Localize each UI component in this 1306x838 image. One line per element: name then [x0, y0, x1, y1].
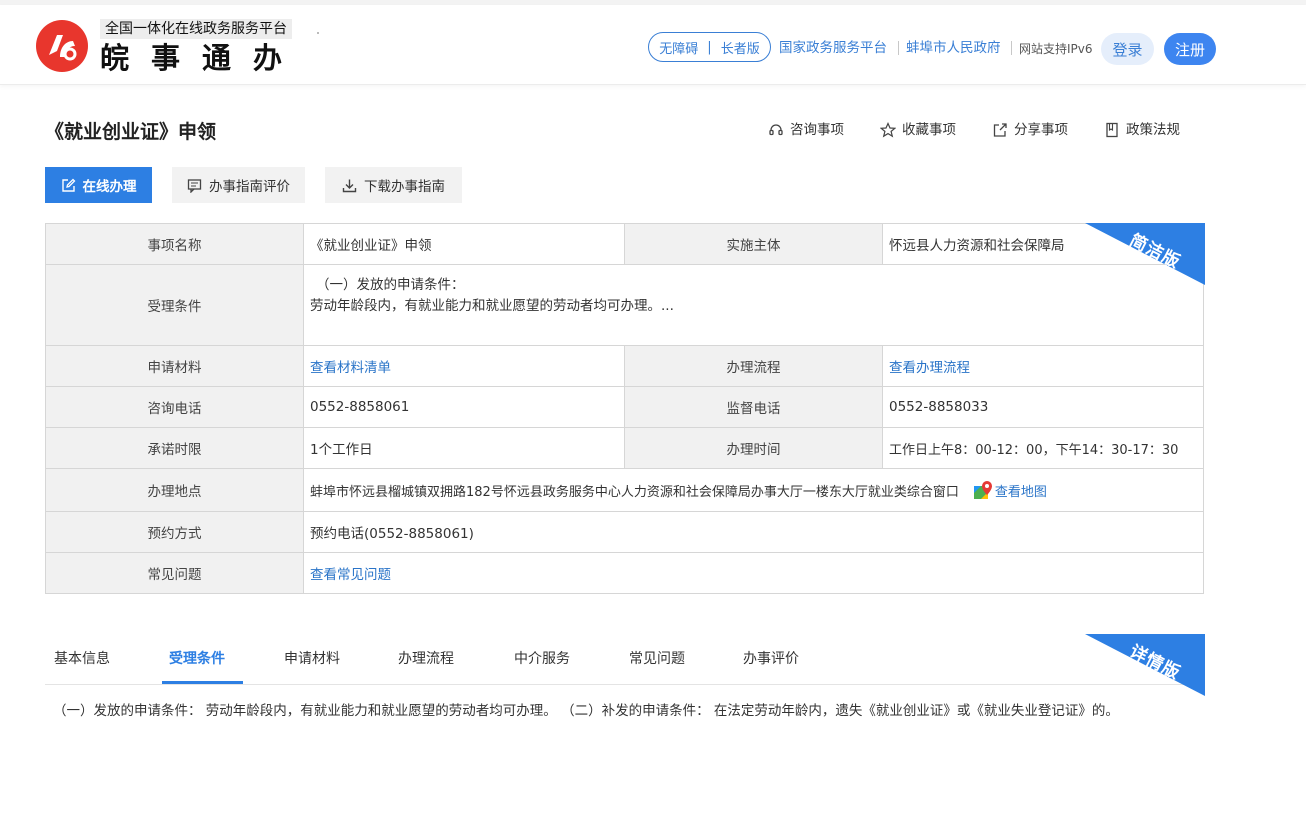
promise-value: 1个工作日 — [304, 428, 625, 469]
process-cell: 查看办理流程 — [883, 346, 1204, 387]
table-row: 事项名称 《就业创业证》申领 实施主体 怀远县人力资源和社会保障局 — [46, 224, 1205, 265]
table-row: 办理地点 蚌埠市怀远县榴城镇双拥路182号怀远县政务服务中心人力资源和社会保障局… — [46, 469, 1205, 512]
tab-process[interactable]: 办理流程 — [398, 649, 454, 669]
booking-value: 预约电话(0552-8858061) — [304, 512, 1204, 553]
summary-table: 事项名称 《就业创业证》申领 实施主体 怀远县人力资源和社会保障局 受理条件 （… — [45, 223, 1205, 594]
accessibility-link[interactable]: 无障碍 — [659, 38, 698, 57]
tab-agency-service[interactable]: 中介服务 — [514, 649, 570, 669]
elder-mode-link[interactable]: 长者版 — [721, 38, 760, 57]
site-header: 全国一体化在线政务服务平台 皖事通办 无障碍 | 长者版 国家政务服务平台 蚌埠… — [0, 5, 1306, 85]
faq-link[interactable]: 查看常见问题 — [310, 563, 391, 583]
edit-icon — [61, 178, 75, 192]
download-guide-label: 下载办事指南 — [364, 179, 445, 195]
favorite-label: 收藏事项 — [902, 122, 956, 138]
faq-cell: 查看常见问题 — [304, 553, 1204, 594]
policy-action[interactable]: 政策法规 — [1104, 120, 1180, 140]
tab-materials[interactable]: 申请材料 — [284, 649, 340, 669]
item-name-label: 事项名称 — [46, 224, 304, 265]
tab-conditions[interactable]: 受理条件 — [169, 649, 225, 669]
brand-name[interactable]: 皖事通办 — [100, 41, 304, 75]
register-button[interactable]: 注册 — [1164, 33, 1216, 65]
map-pin-icon[interactable] — [973, 480, 995, 500]
hours-value: 工作日上午8：00-12：00，下午14：30-17：30 — [883, 428, 1204, 469]
pill-separator: | — [707, 39, 712, 55]
address-cell: 蚌埠市怀远县榴城镇双拥路182号怀远县政务服务中心人力资源和社会保障局办事大厅一… — [304, 469, 1204, 512]
evaluate-guide-button[interactable]: 办事指南评价 — [172, 167, 305, 203]
faq-label: 常见问题 — [46, 553, 304, 594]
conditions-line2: 劳动年龄段内，有就业能力和就业愿望的劳动者均可办理。... — [310, 298, 674, 314]
header-divider — [1011, 41, 1012, 55]
logo-icon[interactable] — [35, 19, 89, 73]
table-row: 申请材料 查看材料清单 办理流程 查看办理流程 — [46, 346, 1205, 387]
item-name-value: 《就业创业证》申领 — [304, 224, 625, 265]
conditions-detail-text: （一）发放的申请条件： 劳动年龄段内，有就业能力和就业愿望的劳动者均可办理。 （… — [53, 703, 1119, 719]
headset-icon — [769, 124, 783, 136]
hours-label: 办理时间 — [625, 428, 883, 469]
supervise-phone-value: 0552-8858033 — [883, 387, 1204, 428]
tab-evaluation[interactable]: 办事评价 — [743, 649, 799, 669]
download-guide-button[interactable]: 下载办事指南 — [325, 167, 462, 203]
comment-icon — [187, 178, 202, 193]
online-apply-button[interactable]: 在线办理 — [45, 167, 152, 203]
header-divider — [898, 41, 899, 55]
share-icon — [993, 123, 1007, 137]
table-row: 常见问题 查看常见问题 — [46, 553, 1205, 594]
booking-label: 预约方式 — [46, 512, 304, 553]
simple-version-ribbon: 简洁版 — [1085, 223, 1205, 285]
page-title: 《就业创业证》申领 — [45, 121, 217, 143]
online-apply-label: 在线办理 — [82, 179, 137, 195]
star-icon — [880, 122, 896, 138]
promise-label: 承诺时限 — [46, 428, 304, 469]
login-button[interactable]: 登录 — [1101, 33, 1154, 65]
share-action[interactable]: 分享事项 — [992, 120, 1068, 140]
map-link[interactable]: 查看地图 — [995, 481, 1047, 500]
tab-faq[interactable]: 常见问题 — [629, 649, 685, 669]
share-label: 分享事项 — [1014, 122, 1068, 138]
entity-label: 实施主体 — [625, 224, 883, 265]
accessibility-pill: 无障碍 | 长者版 — [648, 32, 771, 62]
ipv6-text: 网站支持IPv6 — [1019, 42, 1093, 56]
table-row: 咨询电话 0552-8858061 监督电话 0552-8858033 — [46, 387, 1205, 428]
book-icon — [1106, 122, 1118, 138]
download-icon — [342, 179, 357, 192]
supervise-phone-label: 监督电话 — [625, 387, 883, 428]
city-gov-link[interactable]: 蚌埠市人民政府 — [906, 39, 1001, 57]
active-tab-indicator — [162, 681, 243, 684]
consult-label: 咨询事项 — [790, 122, 844, 138]
address-label: 办理地点 — [46, 469, 304, 512]
national-platform-link[interactable]: 国家政务服务平台 — [779, 39, 887, 57]
platform-subtitle: 全国一体化在线政务服务平台 — [100, 19, 292, 39]
tab-basic-info[interactable]: 基本信息 — [54, 649, 110, 669]
materials-label: 申请材料 — [46, 346, 304, 387]
header-dot — [317, 32, 319, 34]
consult-action[interactable]: 咨询事项 — [768, 120, 844, 140]
process-link[interactable]: 查看办理流程 — [889, 356, 970, 376]
consult-phone-value: 0552-8858061 — [304, 387, 625, 428]
detail-version-ribbon: 详情版 — [1085, 634, 1205, 696]
conditions-line1: （一）发放的申请条件： — [316, 277, 465, 293]
detail-tabs: 基本信息 受理条件 申请材料 办理流程 中介服务 常见问题 办事评价 — [45, 634, 1205, 685]
table-row: 预约方式 预约电话(0552-8858061) — [46, 512, 1205, 553]
conditions-label: 受理条件 — [46, 265, 304, 346]
address-value: 蚌埠市怀远县榴城镇双拥路182号怀远县政务服务中心人力资源和社会保障局办事大厅一… — [310, 484, 959, 500]
evaluate-guide-label: 办事指南评价 — [209, 179, 290, 195]
materials-cell: 查看材料清单 — [304, 346, 625, 387]
process-label: 办理流程 — [625, 346, 883, 387]
table-row: 受理条件 （一）发放的申请条件： 劳动年龄段内，有就业能力和就业愿望的劳动者均可… — [46, 265, 1205, 346]
materials-link[interactable]: 查看材料清单 — [310, 356, 391, 376]
conditions-value: （一）发放的申请条件： 劳动年龄段内，有就业能力和就业愿望的劳动者均可办理。..… — [304, 265, 1204, 346]
table-row: 承诺时限 1个工作日 办理时间 工作日上午8：00-12：00，下午14：30-… — [46, 428, 1205, 469]
policy-label: 政策法规 — [1126, 122, 1180, 138]
consult-phone-label: 咨询电话 — [46, 387, 304, 428]
favorite-action[interactable]: 收藏事项 — [880, 120, 956, 140]
